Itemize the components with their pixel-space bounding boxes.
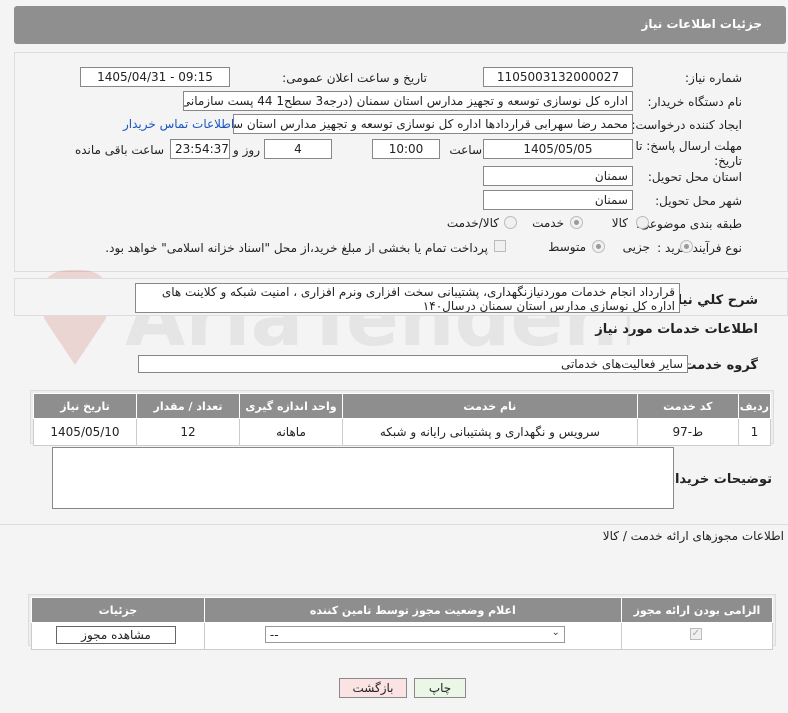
process-option-minor: جزیی	[622, 240, 650, 254]
city-label: شهر محل تحویل:	[655, 194, 742, 208]
header-bar: جزئیات اطلاعات نیاز	[14, 6, 786, 44]
service-code: ط-97	[636, 418, 739, 446]
chevron-down-icon: ⌄	[551, 627, 560, 638]
services-header-row: ردیف کد خدمت نام خدمت واحد اندازه گیری ت…	[33, 393, 772, 419]
service-group-label: گروه خدمت:	[678, 358, 758, 373]
service-name: سرویس و نگهداری و پشتیبانی رایانه و شبکه	[341, 418, 638, 446]
permits-table-wrap: الزامی بودن ارائه مجوز اعلام وضعیت مجوز …	[28, 594, 776, 650]
category-option-goods: کالا	[611, 216, 628, 230]
permit-status-select[interactable]: -- ⌄	[264, 626, 565, 643]
province-field: سمنان	[483, 166, 633, 186]
back-button[interactable]: بازگشت	[339, 678, 407, 698]
buyer-notes-label: توضیحات خریدار:	[662, 472, 772, 487]
buyer-contact-link[interactable]: اطلاعات تماس خریدار	[123, 117, 234, 131]
row-index: 1	[737, 418, 772, 446]
permits-section-title: اطلاعات مجوزهای ارائه خدمت / کالا	[602, 529, 784, 543]
buyer-org-field: اداره کل نوسازی توسعه و تجهیز مدارس استا…	[183, 91, 633, 111]
permit-required-cell: ✓	[620, 622, 774, 650]
creator-field: محمد رضا سهرابی قراردادها اداره کل نوساز…	[233, 114, 633, 134]
permit-required-checkbox: ✓	[689, 628, 702, 640]
category-radio-goods-service[interactable]	[504, 216, 517, 229]
deadline-label: مهلت ارسال پاسخ: تا تاریخ:	[635, 139, 742, 168]
permit-details-cell: مشاهده مجوز	[31, 622, 205, 650]
summary-text: قرارداد انجام خدمات موردنیازنگهداری، پشت…	[135, 283, 680, 313]
col-row: ردیف	[737, 393, 772, 419]
remaining-label: ساعت باقی مانده	[74, 143, 164, 157]
col-code: کد خدمت	[636, 393, 739, 419]
permits-header-row: الزامی بودن ارائه مجوز اعلام وضعیت مجوز …	[31, 597, 774, 623]
deadline-date-field: 1405/05/05	[483, 139, 633, 159]
announce-field: 1405/04/31 - 09:15	[80, 67, 230, 87]
process-radio-minor[interactable]	[680, 240, 693, 253]
days-label: روز و	[233, 143, 260, 157]
province-label: استان محل تحویل:	[647, 170, 742, 184]
need-number-field: 1105003132000027	[483, 67, 633, 87]
permit-status-cell: -- ⌄	[203, 622, 622, 650]
service-date: 1405/05/10	[33, 418, 137, 446]
permits-table: الزامی بودن ارائه مجوز اعلام وضعیت مجوز …	[31, 597, 774, 650]
category-radio-service[interactable]	[570, 216, 583, 229]
col-permit-status: اعلام وضعیت مجوز توسط تامین کننده	[203, 597, 622, 623]
print-button[interactable]: چاپ	[414, 678, 466, 698]
announce-label: تاریخ و ساعت اعلان عمومی:	[282, 71, 427, 85]
service-qty: 12	[136, 418, 240, 446]
services-section-title: اطلاعات خدمات مورد نیاز	[595, 322, 758, 337]
col-permit-details: جزئیات	[31, 597, 205, 623]
col-qty: تعداد / مقدار	[136, 393, 240, 419]
process-label: نوع فرآیند خرید :	[657, 241, 742, 255]
page-title: جزئیات اطلاعات نیاز	[641, 17, 762, 31]
col-date: تاریخ نیاز	[33, 393, 137, 419]
category-radio-goods[interactable]	[636, 216, 649, 229]
deadline-time-field: 10:00	[372, 139, 440, 159]
service-unit: ماهانه	[238, 418, 343, 446]
table-row: 1 ط-97 سرویس و نگهداری و پشتیبانی رایانه…	[33, 418, 772, 446]
col-name: نام خدمت	[341, 393, 638, 419]
days-field: 4	[264, 139, 332, 159]
col-permit-required: الزامی بودن ارائه مجوز	[620, 597, 774, 623]
time-label: ساعت	[449, 143, 482, 157]
city-field: سمنان	[483, 190, 633, 210]
treasury-payment-note: پرداخت تمام یا بخشی از مبلغ خرید،از محل …	[105, 241, 488, 255]
process-radio-medium[interactable]	[592, 240, 605, 253]
service-group-field: سایر فعالیت‌های خدماتی	[138, 355, 688, 373]
creator-label: ایجاد کننده درخواست:	[631, 118, 742, 132]
permit-select-value: --	[269, 628, 279, 642]
remaining-time-field: 23:54:37	[170, 139, 230, 159]
category-option-goods-service: کالا/خدمت	[446, 216, 499, 230]
services-table-wrap: ردیف کد خدمت نام خدمت واحد اندازه گیری ت…	[30, 390, 774, 446]
category-option-service: خدمت	[532, 216, 564, 230]
col-unit: واحد اندازه گیری	[238, 393, 343, 419]
buyer-org-label: نام دستگاه خریدار:	[647, 95, 743, 109]
buyer-notes-textarea[interactable]	[52, 447, 674, 509]
category-label: طبقه بندی موضوعی:	[635, 217, 742, 231]
permits-divider	[0, 524, 788, 525]
process-option-medium: متوسط	[548, 240, 586, 254]
view-permit-button[interactable]: مشاهده مجوز	[56, 626, 176, 644]
table-row: ✓ -- ⌄ مشاهده مجوز	[31, 622, 774, 650]
treasury-payment-checkbox[interactable]	[494, 240, 506, 252]
services-table: ردیف کد خدمت نام خدمت واحد اندازه گیری ت…	[33, 393, 772, 446]
need-number-label: شماره نیاز:	[685, 71, 742, 85]
